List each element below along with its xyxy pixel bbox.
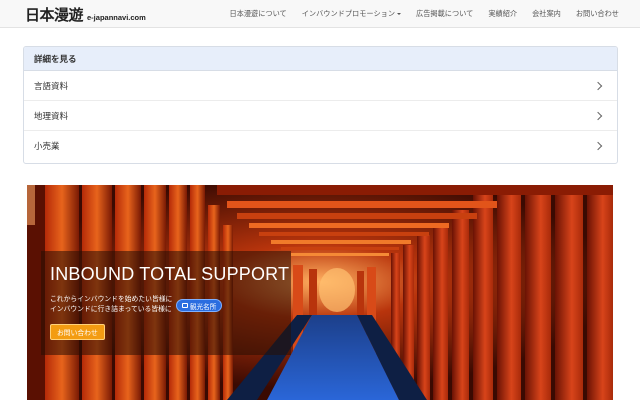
- chevron-right-icon: [593, 81, 603, 90]
- site-logo[interactable]: 日本漫遊 e-japannavi.com: [25, 4, 146, 24]
- hero-subtitle-line-2: インバウンドに行き詰まっている皆様に: [50, 305, 172, 313]
- hero-title: INBOUND TOTAL SUPPORT: [50, 264, 290, 284]
- sightseeing-tag-label: 観光名所: [190, 302, 217, 311]
- details-panel-title: 詳細を見る: [24, 47, 617, 71]
- details-item-geography[interactable]: 地理資料: [24, 101, 617, 131]
- nav-inbound-promotion-dropdown[interactable]: インバウンドプロモーション: [301, 9, 402, 19]
- details-item-label: 小売業: [34, 142, 60, 152]
- details-panel: 詳細を見る 言語資料 地理資料 小売業: [23, 46, 618, 164]
- nav-inbound-promotion-label: インバウンドプロモーション: [301, 9, 396, 18]
- hero-banner: INBOUND TOTAL SUPPORT これからインバウンドを始めたい皆様に…: [27, 185, 613, 400]
- sightseeing-tag[interactable]: 観光名所: [176, 299, 223, 312]
- top-navbar: 日本漫遊 e-japannavi.com 日本漫遊について インバウンドプロモー…: [0, 0, 640, 28]
- details-item-language[interactable]: 言語資料: [24, 71, 617, 101]
- contact-cta-button[interactable]: お問い合わせ: [50, 324, 105, 340]
- brand-domain: e-japannavi.com: [87, 13, 146, 22]
- details-item-label: 地理資料: [34, 111, 69, 122]
- image-icon: [182, 303, 188, 308]
- hero-subtitle-line-1: これからインバウンドを始めたい皆様に: [50, 295, 173, 303]
- nav-case-studies[interactable]: 実績紹介: [488, 9, 517, 19]
- chevron-right-icon: [593, 111, 603, 120]
- caret-down-icon: [397, 13, 402, 15]
- chevron-right-icon: [593, 141, 603, 151]
- details-item-label: 言語資料: [34, 81, 69, 92]
- brand-name: 日本漫遊: [25, 6, 84, 24]
- details-item-retail[interactable]: 小売業: [24, 131, 617, 161]
- nav-advertising[interactable]: 広告掲載について: [416, 9, 473, 19]
- main-nav: 日本漫遊について インバウンドプロモーション 広告掲載について 実績紹介 会社案…: [214, 0, 619, 28]
- nav-contact[interactable]: お問い合わせ: [576, 9, 619, 19]
- nav-about[interactable]: 日本漫遊について: [229, 9, 286, 19]
- nav-company[interactable]: 会社案内: [532, 9, 561, 19]
